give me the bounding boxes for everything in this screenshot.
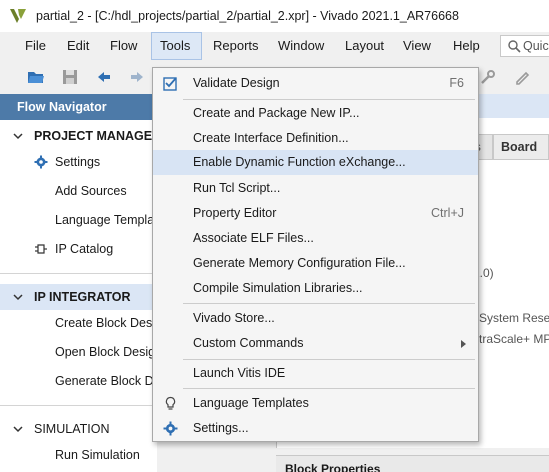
menu-item-label: Validate Design: [193, 76, 280, 90]
nav-item-language-templates[interactable]: Language Templates: [0, 207, 157, 233]
lightbulb-icon: [165, 396, 176, 410]
nav-item-open-block-design[interactable]: Open Block Design: [0, 339, 157, 365]
menu-file[interactable]: File: [19, 32, 52, 60]
validate-check-icon: [163, 77, 177, 91]
nav-item-label: Add Sources: [55, 184, 127, 198]
menu-item-label: Custom Commands: [193, 336, 304, 350]
quick-access-placeholder: Quic: [523, 39, 549, 53]
menu-window[interactable]: Window: [272, 32, 330, 60]
nav-section-project-manager[interactable]: PROJECT MANAGER: [0, 123, 157, 149]
nav-item-label: IP Catalog: [55, 242, 114, 256]
menu-item-associate-elf[interactable]: Associate ELF Files...: [153, 226, 478, 251]
menu-item-label: Language Templates: [193, 396, 309, 410]
menu-item-settings[interactable]: Settings...: [153, 416, 478, 441]
flow-navigator: Flow Navigator PROJECT MANAGER Settings …: [0, 94, 157, 472]
nav-item-label: Settings: [55, 155, 101, 169]
menu-item-language-templates[interactable]: Language Templates: [153, 391, 478, 416]
menu-separator: [183, 359, 475, 360]
nav-section-label: SIMULATION: [34, 422, 110, 436]
flow-navigator-title: Flow Navigator: [0, 94, 157, 120]
vivado-logo-icon: [10, 9, 26, 23]
menu-item-validate-design[interactable]: Validate Design F6: [153, 71, 478, 96]
nav-divider: [0, 405, 157, 406]
gear-icon: [34, 155, 48, 169]
nav-item-generate-block-design[interactable]: Generate Block Design: [0, 368, 157, 394]
undo-icon[interactable]: [95, 68, 113, 86]
menu-item-label: Create and Package New IP...: [193, 106, 360, 120]
search-icon: [508, 40, 521, 53]
chevron-down-icon: [13, 133, 23, 140]
menu-item-enable-dfx[interactable]: Enable Dynamic Function eXchange...: [153, 150, 478, 175]
menu-item-label: Settings...: [193, 421, 249, 435]
submenu-arrow-icon: [461, 340, 466, 348]
menu-view[interactable]: View: [397, 32, 437, 60]
menu-edit[interactable]: Edit: [61, 32, 95, 60]
gear-icon: [163, 421, 178, 436]
menu-item-property-editor[interactable]: Property Editor Ctrl+J: [153, 201, 478, 226]
nav-item-run-simulation[interactable]: Run Simulation: [0, 442, 157, 468]
menu-help[interactable]: Help: [447, 32, 486, 60]
menu-item-label: Enable Dynamic Function eXchange...: [193, 155, 406, 169]
menu-separator: [183, 388, 475, 389]
menu-item-label: Vivado Store...: [193, 311, 275, 325]
menu-flow[interactable]: Flow: [104, 32, 143, 60]
menu-item-label: Generate Memory Configuration File...: [193, 256, 406, 270]
nav-item-label: Create Block Design: [55, 316, 157, 330]
nav-item-ip-catalog[interactable]: IP Catalog: [0, 236, 157, 262]
save-icon[interactable]: [61, 68, 79, 86]
nav-section-ip-integrator[interactable]: IP INTEGRATOR: [0, 284, 157, 310]
menu-item-launch-vitis[interactable]: Launch Vitis IDE: [153, 361, 478, 386]
nav-item-label: Open Block Design: [55, 345, 157, 359]
menu-tools[interactable]: Tools: [151, 32, 202, 60]
menu-item-compile-sim-libraries[interactable]: Compile Simulation Libraries...: [153, 276, 478, 301]
menu-item-run-tcl-script[interactable]: Run Tcl Script...: [153, 176, 478, 201]
menu-separator: [183, 303, 475, 304]
menu-item-custom-commands[interactable]: Custom Commands: [153, 331, 478, 356]
tab-board[interactable]: Board: [493, 134, 549, 160]
menu-item-label: Launch Vitis IDE: [193, 366, 286, 380]
panel-fragment-system-reset: System Rese: [479, 311, 549, 325]
nav-item-add-sources[interactable]: Add Sources: [0, 178, 157, 204]
menu-item-label: Run Tcl Script...: [193, 181, 281, 195]
ip-catalog-icon: [35, 244, 47, 254]
edit-icon[interactable]: [513, 68, 531, 86]
menu-separator: [183, 99, 475, 100]
redo-icon[interactable]: [128, 68, 146, 86]
menu-item-label: Create Interface Definition...: [193, 131, 349, 145]
nav-item-label: Language Templates: [55, 213, 157, 227]
nav-section-label: PROJECT MANAGER: [34, 129, 157, 143]
menu-bar: File Edit Flow Tools Reports Window Layo…: [0, 32, 549, 60]
menu-layout[interactable]: Layout: [339, 32, 390, 60]
nav-item-create-block-design[interactable]: Create Block Design: [0, 310, 157, 336]
menu-reports[interactable]: Reports: [207, 32, 265, 60]
chevron-down-icon: [13, 294, 23, 301]
open-project-icon[interactable]: [27, 68, 45, 86]
window-title: partial_2 - [C:/hdl_projects/partial_2/p…: [36, 9, 459, 23]
nav-item-label: Run Simulation: [55, 448, 140, 462]
menu-item-create-package-ip[interactable]: Create and Package New IP...: [153, 101, 478, 126]
nav-section-label: IP INTEGRATOR: [34, 290, 131, 304]
nav-section-simulation[interactable]: SIMULATION: [0, 416, 157, 442]
menu-item-label: Associate ELF Files...: [193, 231, 314, 245]
menu-item-create-interface-definition[interactable]: Create Interface Definition...: [153, 126, 478, 151]
menu-item-generate-memory-config[interactable]: Generate Memory Configuration File...: [153, 251, 478, 276]
menu-item-shortcut: F6: [449, 76, 464, 90]
menu-item-vivado-store[interactable]: Vivado Store...: [153, 306, 478, 331]
nav-item-settings[interactable]: Settings: [0, 149, 157, 175]
menu-item-label: Property Editor: [193, 206, 277, 220]
tools-dropdown-menu: Validate Design F6 Create and Package Ne…: [152, 67, 479, 442]
block-properties-header: Block Properties: [276, 455, 549, 472]
menu-item-shortcut: Ctrl+J: [431, 206, 464, 220]
nav-item-label: Generate Block Design: [55, 374, 157, 388]
quick-access-search[interactable]: Quic: [500, 35, 549, 57]
menu-item-label: Compile Simulation Libraries...: [193, 281, 363, 295]
nav-divider: [0, 273, 157, 274]
title-bar: partial_2 - [C:/hdl_projects/partial_2/p…: [0, 0, 549, 32]
settings-wrench-icon[interactable]: [479, 68, 497, 86]
panel-fragment-ultrascale: traScale+ MP: [479, 332, 549, 346]
chevron-down-icon: [13, 426, 23, 433]
